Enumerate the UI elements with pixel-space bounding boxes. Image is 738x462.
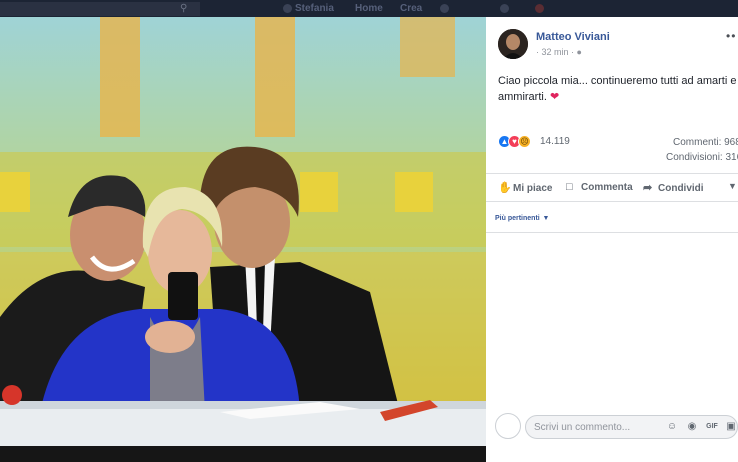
reactions-count[interactable]: 14.119 (540, 136, 570, 147)
nav-home-link[interactable]: Home (355, 3, 383, 14)
post-text: Ciao piccola mia... continueremo tutti a… (498, 73, 738, 105)
thumbs-up-icon: ✋ (498, 182, 512, 194)
heart-emoji: ❤ (549, 91, 560, 103)
post-details-panel: Matteo Viviani · 32 min · ● •• Ciao picc… (486, 17, 738, 462)
photo-illustration (0, 17, 486, 462)
comment-button[interactable]: □ Commenta (566, 181, 633, 193)
post-actions: ✋Mi piace □ Commenta ➦ Condividi ▼ (486, 177, 738, 199)
divider (486, 232, 738, 233)
like-button[interactable]: ✋Mi piace (498, 181, 552, 194)
emoji-icon[interactable]: ☺ (666, 421, 678, 433)
sort-label: Più pertinenti (495, 215, 540, 222)
post-text-body: Ciao piccola mia... continueremo tutti a… (498, 75, 737, 103)
globe-icon: ● (576, 47, 582, 57)
share-button[interactable]: ➦ Condividi (643, 181, 704, 194)
shares-count[interactable]: Condivisioni: 316 (666, 152, 738, 163)
gif-icon[interactable]: GIF (706, 421, 718, 433)
photo-bottom-bar (0, 446, 486, 462)
post-time[interactable]: 32 min (542, 47, 569, 57)
search-bar[interactable] (0, 2, 200, 16)
nav-profile-link[interactable]: Stefania (295, 3, 334, 14)
friends-icon[interactable] (440, 4, 449, 13)
post-photo[interactable] (0, 17, 486, 462)
sad-icon: ☹ (518, 135, 531, 148)
divider (486, 201, 738, 202)
author-photo-icon (498, 29, 528, 59)
facebook-top-bar: ⚲ Stefania Home Crea (0, 0, 738, 17)
chevron-down-icon[interactable]: ▼ (728, 181, 737, 191)
comment-input[interactable] (534, 420, 654, 435)
share-button-label: Condividi (658, 183, 704, 194)
sticker-icon[interactable]: ▣ (725, 421, 737, 433)
composer-avatar (495, 413, 521, 439)
post-meta: · 32 min · ● (536, 47, 582, 57)
caret-down-icon: ▼ (542, 215, 550, 222)
share-icon: ➦ (643, 182, 653, 194)
comment-button-label: Commenta (581, 182, 633, 193)
more-icon[interactable]: •• (726, 29, 736, 43)
author-avatar[interactable] (498, 29, 528, 59)
photo-viewer: ⚲ Stefania Home Crea Matteo Viviani · 32… (0, 0, 738, 462)
divider (486, 173, 738, 174)
like-button-label: Mi piace (513, 183, 553, 194)
camera-icon[interactable]: ◉ (686, 421, 698, 433)
comments-count[interactable]: Commenti: 968 (673, 137, 738, 148)
nav-create-link[interactable]: Crea (400, 3, 422, 14)
author-name[interactable]: Matteo Viviani (536, 31, 610, 43)
comment-sort-dropdown[interactable]: Più pertinenti ▼ (495, 212, 549, 223)
comment-icon: □ (566, 181, 573, 193)
search-icon[interactable]: ⚲ (180, 3, 187, 14)
comment-composer[interactable]: ☺ ◉ GIF ▣ (525, 415, 738, 439)
notifications-icon[interactable] (535, 4, 544, 13)
messenger-icon[interactable] (500, 4, 509, 13)
profile-avatar-icon[interactable] (283, 4, 292, 13)
